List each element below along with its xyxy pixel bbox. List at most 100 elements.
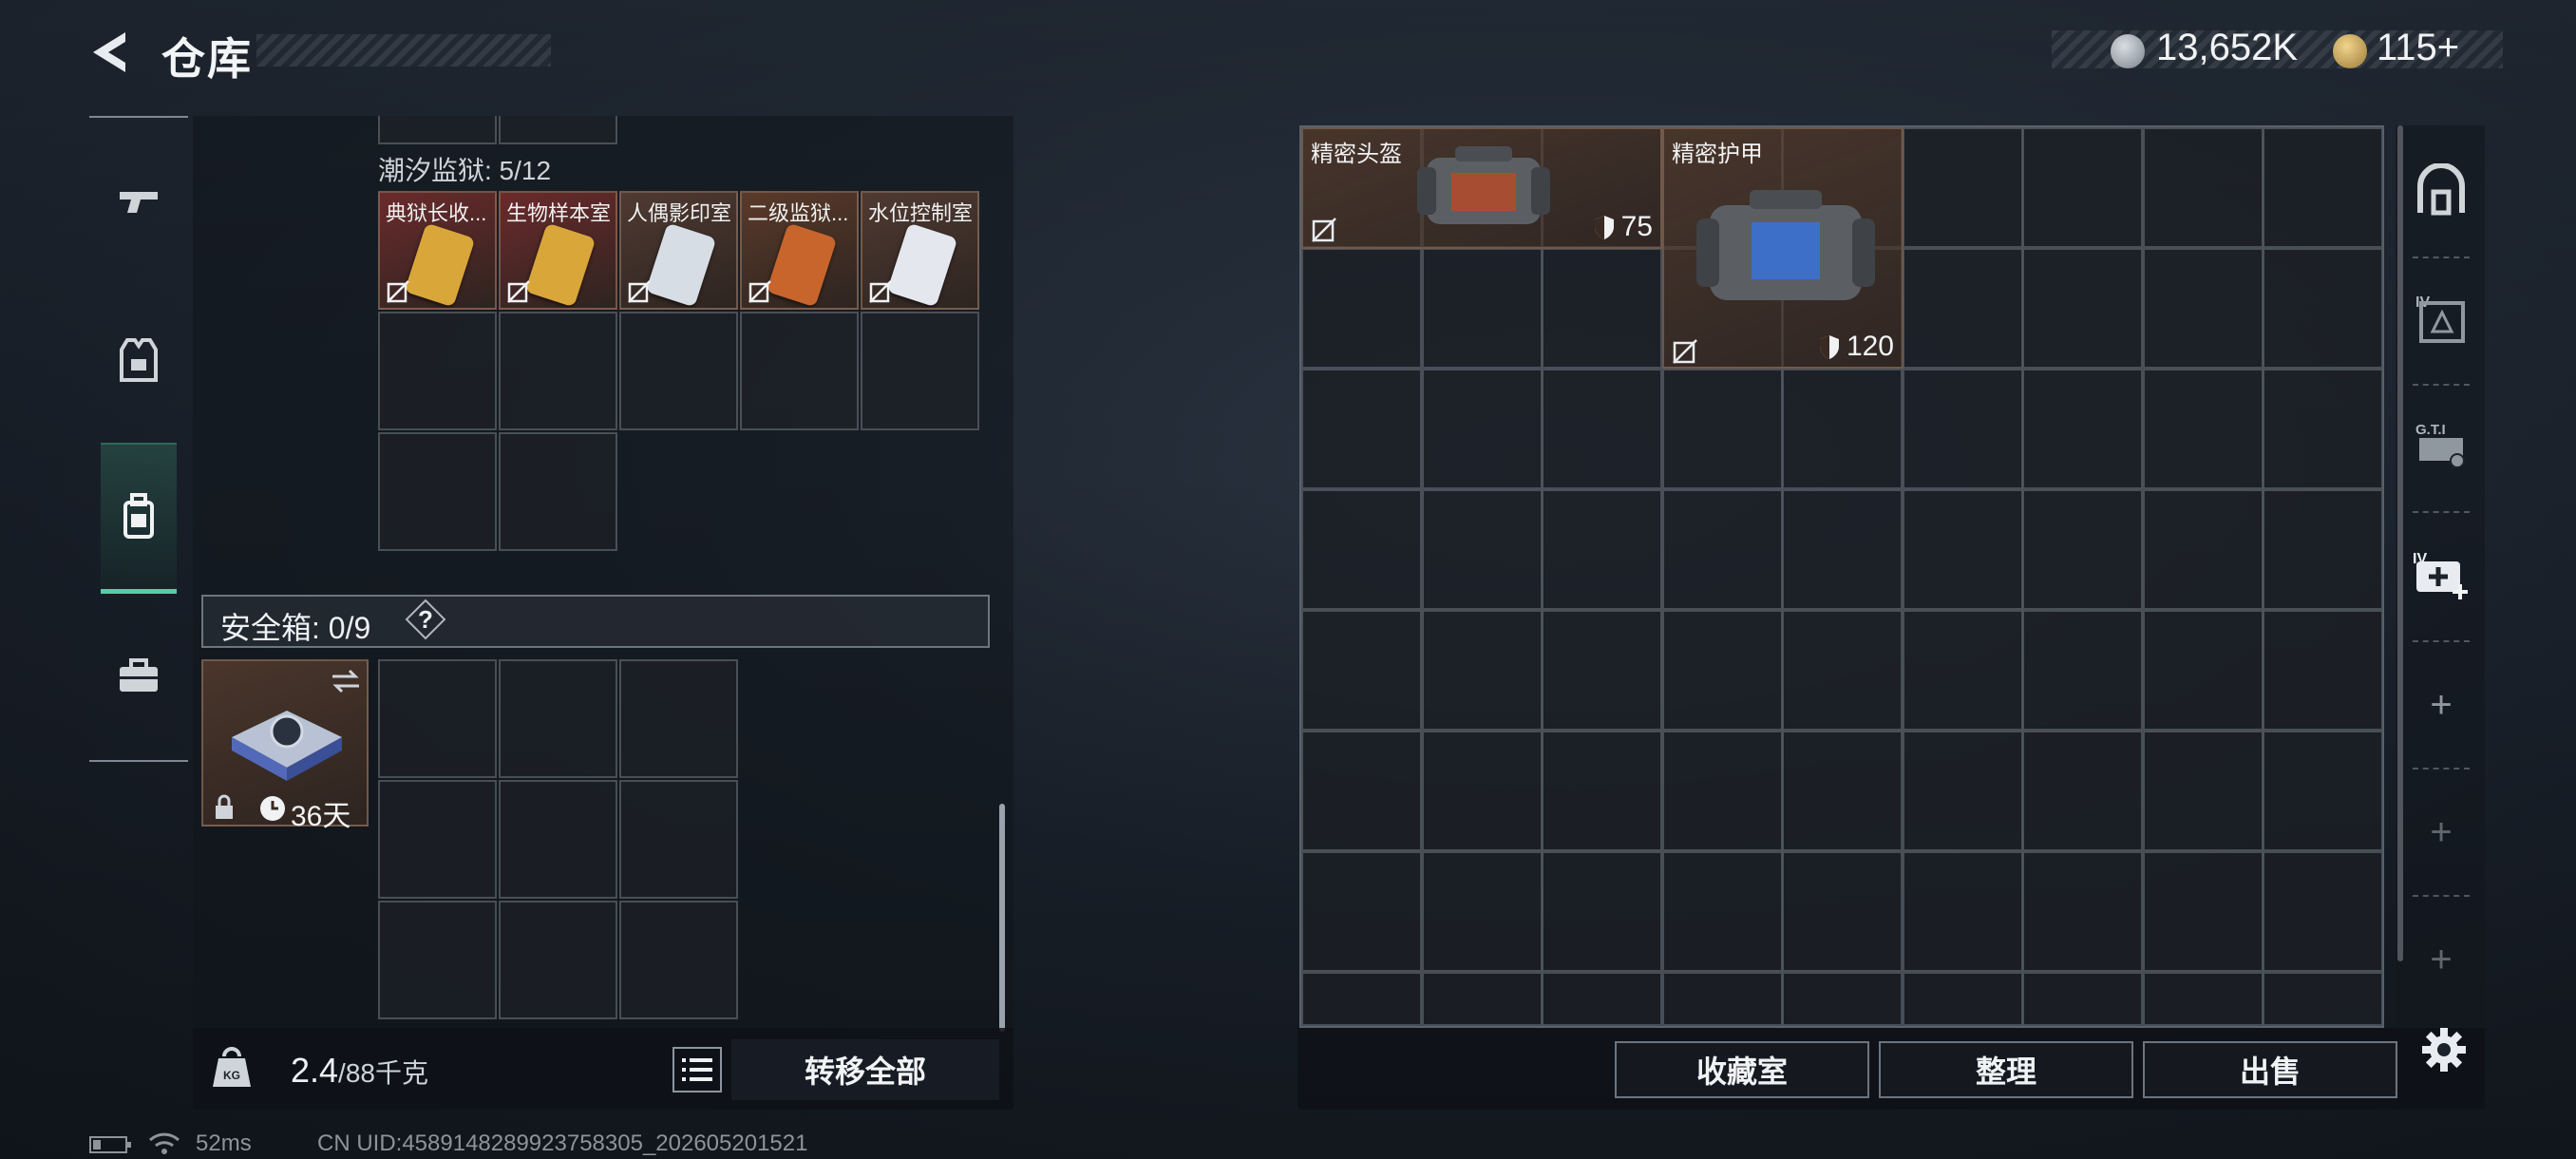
storage-slot[interactable] <box>2022 369 2143 489</box>
storage-slot[interactable] <box>1422 489 1543 610</box>
add-slot-icon[interactable]: + <box>2413 804 2470 861</box>
storage-slot[interactable] <box>1903 248 2023 369</box>
keycard-item[interactable]: 生物样本室 <box>499 191 617 310</box>
storage-slot[interactable] <box>1662 972 1783 1026</box>
storage-slot[interactable] <box>1542 489 1662 610</box>
storage-slot[interactable] <box>2143 369 2263 489</box>
storage-slot[interactable] <box>2143 972 2263 1026</box>
gun-icon[interactable] <box>110 175 167 232</box>
gold-currency-value[interactable]: 115+ <box>2377 27 2459 69</box>
backpack-icon[interactable] <box>110 488 167 545</box>
storage-slot[interactable] <box>1422 851 1543 972</box>
keycard-slot[interactable] <box>499 432 617 551</box>
storage-slot[interactable] <box>1903 851 2023 972</box>
storage-slot[interactable] <box>1903 972 2023 1026</box>
storage-slot[interactable] <box>2143 851 2263 972</box>
storage-slot[interactable] <box>2263 248 2383 369</box>
storage-slot[interactable] <box>1301 972 1422 1026</box>
storage-slot[interactable] <box>1301 489 1422 610</box>
storage-slot[interactable] <box>1542 731 1662 851</box>
keycard-slot[interactable] <box>378 432 497 551</box>
storage-slot[interactable] <box>2022 127 2143 248</box>
storage-slot[interactable] <box>2263 610 2383 731</box>
back-arrow-icon[interactable] <box>87 28 135 76</box>
keycard-slot[interactable] <box>378 312 497 430</box>
storage-slot[interactable] <box>1903 731 2023 851</box>
storage-slot[interactable] <box>2143 610 2263 731</box>
keycard-item[interactable]: 人偶影印室 <box>619 191 738 310</box>
keycard-slot[interactable] <box>740 312 859 430</box>
storage-slot[interactable] <box>1903 489 2023 610</box>
storage-slot[interactable] <box>1662 610 1783 731</box>
safe-box-slot[interactable] <box>499 780 617 899</box>
help-icon[interactable]: ? <box>405 598 446 640</box>
safe-box-item[interactable]: 36天 <box>201 659 369 832</box>
storage-slot[interactable] <box>1782 489 1903 610</box>
storage-slot[interactable] <box>1903 127 2023 248</box>
storage-slot[interactable] <box>2143 127 2263 248</box>
storage-slot[interactable] <box>1422 369 1543 489</box>
storage-slot[interactable] <box>1542 369 1662 489</box>
storage-slot[interactable] <box>2022 731 2143 851</box>
storage-slot[interactable] <box>1782 369 1903 489</box>
storage-slot[interactable] <box>2263 851 2383 972</box>
storage-slot[interactable] <box>2022 610 2143 731</box>
storage-slot[interactable] <box>1422 610 1543 731</box>
storage-slot[interactable] <box>1662 369 1783 489</box>
safe-box-slot[interactable] <box>619 780 738 899</box>
medical-case-icon[interactable]: IV <box>2413 545 2470 602</box>
storage-slot[interactable] <box>2263 127 2383 248</box>
storage-slot[interactable] <box>1542 972 1662 1026</box>
storage-slot[interactable] <box>2022 972 2143 1026</box>
safe-box-slot[interactable] <box>378 659 497 778</box>
storage-slot[interactable] <box>1782 972 1903 1026</box>
storage-slot[interactable] <box>1422 248 1543 369</box>
sell-button[interactable]: 出售 <box>2143 1041 2397 1098</box>
storage-slot[interactable] <box>1422 731 1543 851</box>
keycard-slot[interactable] <box>861 312 979 430</box>
safe-box-slot[interactable] <box>619 659 738 778</box>
storage-slot[interactable] <box>2263 731 2383 851</box>
add-slot-icon[interactable]: + <box>2413 931 2470 988</box>
partial-item-slot[interactable] <box>378 116 497 144</box>
storage-slot[interactable] <box>1782 731 1903 851</box>
storage-slot[interactable] <box>1662 851 1783 972</box>
safe-box-slot[interactable] <box>499 901 617 1019</box>
storage-slot[interactable] <box>1422 972 1543 1026</box>
keycard-item[interactable]: 二级监狱... <box>740 191 859 310</box>
storage-slot[interactable] <box>2022 489 2143 610</box>
armor-vest-icon[interactable] <box>110 332 167 390</box>
storage-slot[interactable] <box>2263 369 2383 489</box>
keycard-slot[interactable] <box>499 312 617 430</box>
backpack-scrollbar[interactable] <box>999 804 1005 1032</box>
gear-icon[interactable] <box>2420 1026 2468 1074</box>
storage-slot[interactable] <box>2143 489 2263 610</box>
storage-slot[interactable] <box>1301 610 1422 731</box>
swap-icon[interactable] <box>329 667 363 695</box>
toolbox-icon[interactable] <box>110 648 167 705</box>
list-view-button[interactable] <box>672 1047 722 1092</box>
keycard-item[interactable]: 水位控制室 <box>861 191 979 310</box>
safe-box-slot[interactable] <box>499 659 617 778</box>
storage-slot[interactable] <box>1782 610 1903 731</box>
storage-slot[interactable] <box>2022 851 2143 972</box>
storage-slot[interactable] <box>1903 369 2023 489</box>
storage-slot[interactable] <box>2143 731 2263 851</box>
partial-item-slot[interactable] <box>499 116 617 144</box>
keycard-item[interactable]: 典狱长收... <box>378 191 497 310</box>
storage-slot[interactable] <box>1542 610 1662 731</box>
safe-box-slot[interactable] <box>378 901 497 1019</box>
storage-slot[interactable] <box>1782 851 1903 972</box>
transfer-all-button[interactable]: 转移全部 <box>731 1039 999 1100</box>
storage-slot[interactable] <box>1301 851 1422 972</box>
add-slot-icon[interactable]: + <box>2413 676 2470 733</box>
storage-slot[interactable] <box>1662 731 1783 851</box>
storage-slot[interactable] <box>1903 610 2023 731</box>
gti-case-icon[interactable]: G.T.I <box>2413 416 2470 473</box>
storage-slot[interactable] <box>1542 851 1662 972</box>
keycard-slot[interactable] <box>619 312 738 430</box>
storage-slot[interactable] <box>2263 972 2383 1026</box>
storage-slot[interactable] <box>1542 248 1662 369</box>
storage-slot[interactable] <box>1301 369 1422 489</box>
storage-slot[interactable] <box>2022 248 2143 369</box>
